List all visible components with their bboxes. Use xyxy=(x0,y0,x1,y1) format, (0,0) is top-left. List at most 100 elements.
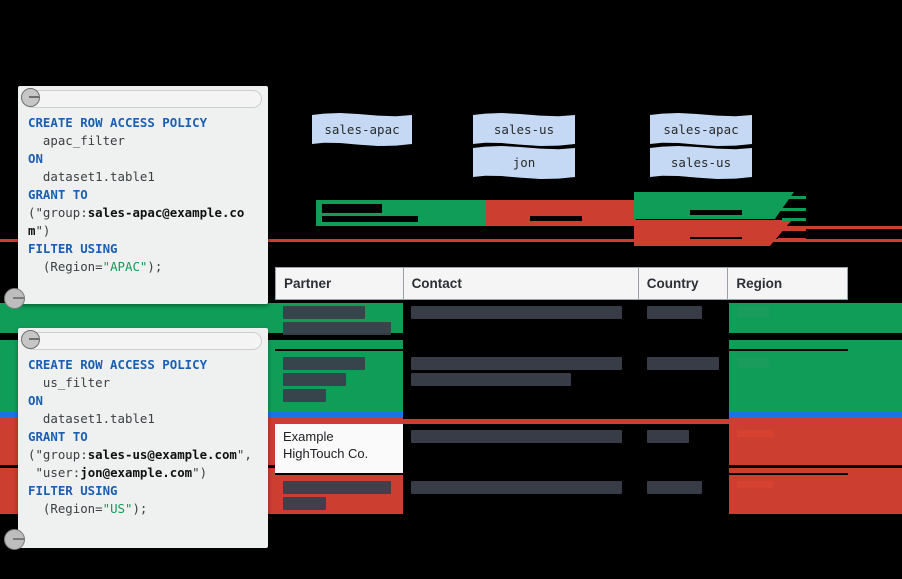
flag-label: jon xyxy=(512,155,536,170)
ribbon-red-middle xyxy=(486,200,626,226)
group-flag: sales-apac xyxy=(650,113,752,146)
redacted-text xyxy=(530,216,582,221)
user-flag: jon xyxy=(473,146,575,179)
code-card-us-filter: CREATE ROW ACCESS POLICY us_filter ON da… xyxy=(18,328,268,548)
redacted-value xyxy=(283,481,392,494)
redacted-value xyxy=(411,357,622,370)
cell-partner xyxy=(275,351,403,419)
flag-group-us-and-jon: sales-us jon xyxy=(473,113,575,179)
redacted-text xyxy=(322,204,382,213)
code-card-apac-filter: CREATE ROW ACCESS POLICY apac_filter ON … xyxy=(18,86,268,304)
cell-country xyxy=(639,300,729,349)
table-row[interactable] xyxy=(275,351,848,419)
code-principal: sales-us@example.c xyxy=(87,447,222,462)
cell-partner xyxy=(275,300,403,349)
code-punct: (Region= xyxy=(28,259,103,274)
code-identifier: dataset1.table1 xyxy=(28,169,155,184)
card-titlebar xyxy=(21,88,262,108)
table-row[interactable] xyxy=(275,300,848,349)
redacted-value xyxy=(283,322,392,335)
step-marker-2-icon xyxy=(4,529,25,550)
code-identifier: dataset1.table1 xyxy=(28,411,155,426)
code-body-apac: CREATE ROW ACCESS POLICY apac_filter ON … xyxy=(18,108,268,284)
redacted-value xyxy=(283,306,366,319)
cell-partner xyxy=(275,475,403,523)
cell-region xyxy=(729,424,848,473)
code-string: "US" xyxy=(102,501,133,516)
code-punct: ("group: xyxy=(28,447,88,462)
redacted-value xyxy=(283,373,346,386)
code-principal: om xyxy=(221,447,237,462)
redacted-value xyxy=(737,430,773,437)
code-punct: ); xyxy=(147,259,163,274)
ribbon-red-right xyxy=(634,220,792,246)
redacted-text xyxy=(690,210,742,215)
cell-region xyxy=(729,475,848,523)
code-keyword: ON xyxy=(28,393,43,408)
note-handle-icon xyxy=(21,88,40,107)
redacted-value xyxy=(283,389,327,402)
column-header-region[interactable]: Region xyxy=(728,268,847,299)
ribbon-tail xyxy=(776,208,806,211)
code-punct: "user: xyxy=(28,465,81,480)
redacted-value xyxy=(647,357,720,370)
code-principal: jon@example.com xyxy=(80,465,193,480)
cell-region xyxy=(729,300,848,349)
flag-label: sales-apac xyxy=(663,122,739,137)
code-keyword: ON xyxy=(28,151,43,166)
diagram-canvas: sales-apac sales-us jon sales-apac sales… xyxy=(0,0,902,579)
redacted-value xyxy=(411,430,622,443)
ribbon-tail xyxy=(780,226,902,229)
code-keyword: FILTER USING xyxy=(28,241,118,256)
note-handle-icon xyxy=(21,330,40,349)
ribbon-tail xyxy=(782,218,806,221)
cell-partner: Example HighTouch Co. xyxy=(275,424,403,473)
group-flag: sales-apac xyxy=(312,113,412,146)
redacted-value xyxy=(737,357,769,368)
flag-label: sales-us xyxy=(670,155,732,170)
flag-label: sales-us xyxy=(493,122,555,137)
redacted-value xyxy=(647,481,702,494)
column-header-contact[interactable]: Contact xyxy=(404,268,639,299)
code-keyword: GRANT TO xyxy=(28,187,88,202)
redacted-value xyxy=(411,373,571,386)
redacted-value xyxy=(411,481,622,494)
redacted-value xyxy=(283,497,327,510)
ribbon-tail xyxy=(770,196,806,199)
step-marker-1-icon xyxy=(4,288,25,309)
table-row[interactable]: Example HighTouch Co. xyxy=(275,424,848,473)
cell-country xyxy=(639,475,729,523)
data-table: Partner Contact Country Region Example H… xyxy=(275,267,848,523)
redacted-value xyxy=(411,306,622,319)
table-row[interactable] xyxy=(275,475,848,523)
flag-group-apac-only: sales-apac xyxy=(312,113,412,146)
code-punct: ("group: xyxy=(28,205,88,220)
table-header-row: Partner Contact Country Region xyxy=(275,267,848,300)
column-header-country[interactable]: Country xyxy=(639,268,729,299)
redacted-value xyxy=(647,306,702,319)
code-punct: ") xyxy=(192,465,208,480)
group-flag: sales-us xyxy=(650,146,752,179)
code-punct: (Region= xyxy=(28,501,103,516)
cell-contact xyxy=(403,300,639,349)
flag-label: sales-apac xyxy=(324,122,400,137)
redacted-text xyxy=(322,216,418,222)
code-punct: ") xyxy=(35,223,51,238)
card-titlebar xyxy=(21,330,262,350)
cell-country xyxy=(639,424,729,473)
code-keyword: GRANT TO xyxy=(28,429,88,444)
cell-contact xyxy=(403,475,639,523)
code-body-us: CREATE ROW ACCESS POLICY us_filter ON da… xyxy=(18,350,268,526)
cell-contact xyxy=(403,424,639,473)
group-flag: sales-us xyxy=(473,113,575,146)
column-header-partner[interactable]: Partner xyxy=(276,268,404,299)
code-punct: ); xyxy=(132,501,148,516)
code-keyword: CREATE ROW ACCESS POLICY xyxy=(28,357,208,372)
cell-country xyxy=(639,351,729,419)
redacted-value xyxy=(737,481,773,488)
redacted-value xyxy=(647,430,689,443)
code-identifier: us_filter xyxy=(28,375,111,390)
table-body: Example HighTouch Co. xyxy=(275,300,848,523)
flag-group-apac-and-us: sales-apac sales-us xyxy=(650,113,752,179)
cell-contact xyxy=(403,351,639,419)
